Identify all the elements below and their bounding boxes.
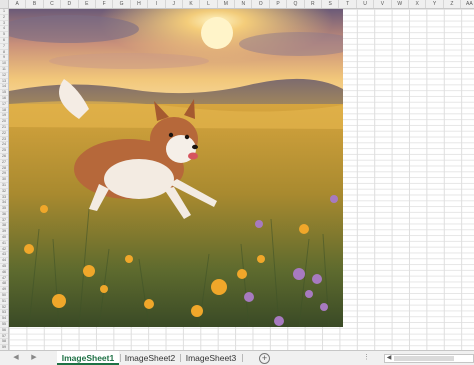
column-header[interactable]: W <box>392 0 409 8</box>
column-header[interactable]: C <box>44 0 62 8</box>
column-header[interactable]: R <box>305 0 323 8</box>
scroll-tabs-right-button[interactable]: ▶ <box>28 353 40 363</box>
column-header[interactable]: E <box>79 0 96 8</box>
column-header[interactable]: V <box>374 0 392 8</box>
column-header[interactable]: I <box>148 0 166 8</box>
tab-imagesheet2[interactable]: ImageSheet2 <box>121 351 179 365</box>
column-header[interactable]: A <box>9 0 27 8</box>
column-header[interactable]: X <box>409 0 427 8</box>
column-header[interactable]: H <box>131 0 149 8</box>
column-header[interactable]: U <box>357 0 375 8</box>
column-header[interactable]: L <box>200 0 218 8</box>
column-header[interactable]: O <box>252 0 270 8</box>
column-header[interactable]: Q <box>287 0 305 8</box>
scrollbar-thumb[interactable] <box>394 356 454 361</box>
more-options-icon[interactable]: ⋮ <box>363 353 371 361</box>
column-header[interactable]: D <box>61 0 79 8</box>
select-all-corner[interactable] <box>0 0 9 9</box>
row-headers: 1 2 3 4 5 6 7 8 9 10 11 12 13 14 15 16 17 18 19 20 21 22 23 24 2… <box>0 9 9 350</box>
column-header[interactable]: F <box>96 0 114 8</box>
column-header[interactable]: B <box>26 0 44 8</box>
dog-meadow-painting <box>9 9 343 327</box>
tab-separator <box>242 354 243 362</box>
scroll-left-arrow-icon[interactable]: ◀ <box>385 355 393 362</box>
add-sheet-button[interactable]: + <box>259 353 270 364</box>
column-header[interactable]: AA <box>461 0 474 8</box>
column-header[interactable]: G <box>113 0 131 8</box>
column-header[interactable]: Y <box>426 0 444 8</box>
sheet-tab-bar: ◀ ▶ ImageSheet1 ImageSheet2 ImageSheet3 … <box>0 350 474 365</box>
column-header[interactable]: S <box>322 0 340 8</box>
column-header[interactable]: N <box>235 0 253 8</box>
tab-imagesheet3[interactable]: ImageSheet3 <box>181 351 241 365</box>
column-header[interactable]: J <box>166 0 183 8</box>
column-headers: A B C D E F G H I J K L M N O P Q R S T U V W X Y Z AA <box>9 0 474 9</box>
spreadsheet-grid: A B C D E F G H I J K L M N O P Q R S T U V W X Y Z AA 1 2 3 4 5 6 7 8 9 10… <box>0 0 474 350</box>
column-header[interactable]: Z <box>444 0 462 8</box>
scroll-tabs-left-button[interactable]: ◀ <box>10 353 22 363</box>
column-header[interactable]: T <box>339 0 357 8</box>
column-header[interactable]: K <box>183 0 201 8</box>
tab-imagesheet1[interactable]: ImageSheet1 <box>57 351 119 365</box>
embedded-image[interactable] <box>9 9 343 327</box>
column-header[interactable]: P <box>270 0 288 8</box>
column-header[interactable]: M <box>218 0 236 8</box>
horizontal-scrollbar[interactable]: ◀ <box>384 354 474 363</box>
